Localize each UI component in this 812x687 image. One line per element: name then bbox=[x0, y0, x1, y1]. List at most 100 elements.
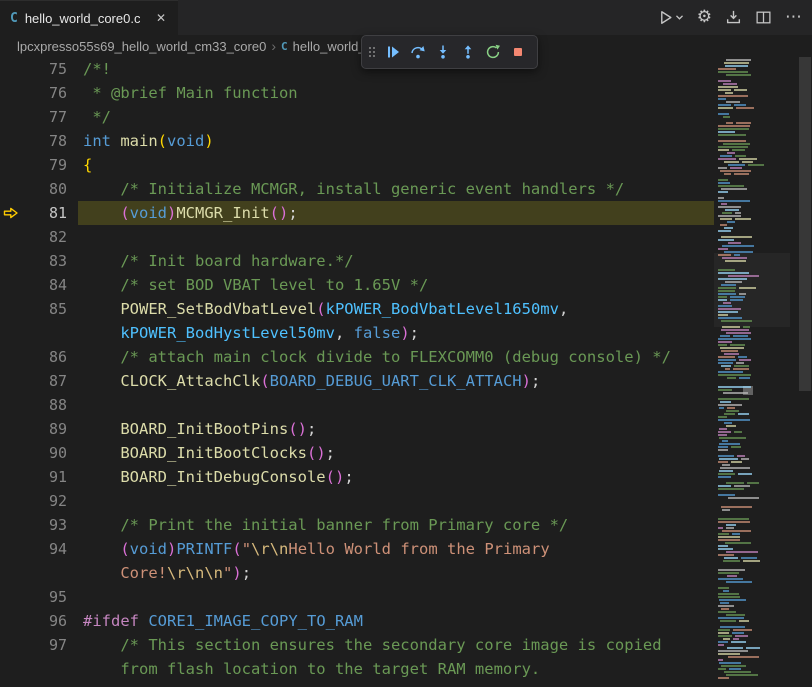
code-row[interactable]: 84 /* set BOD VBAT level to 1.65V */ bbox=[0, 273, 812, 297]
code-row[interactable]: 86 /* attach main clock divide to FLEXCO… bbox=[0, 345, 812, 369]
gutter[interactable]: 78 bbox=[0, 129, 78, 153]
gutter[interactable]: 84 bbox=[0, 273, 78, 297]
gutter[interactable]: 75 bbox=[0, 57, 78, 81]
split-editor-icon[interactable] bbox=[755, 9, 772, 26]
gutter[interactable]: 77 bbox=[0, 105, 78, 129]
code-row[interactable]: 92 bbox=[0, 489, 812, 513]
code-row[interactable]: kPOWER_BodHystLevel50mv, false); bbox=[0, 321, 812, 345]
debug-run-button[interactable] bbox=[657, 9, 684, 26]
code-line-text[interactable]: * @brief Main function bbox=[78, 81, 714, 105]
gutter[interactable]: 86 bbox=[0, 345, 78, 369]
editor-pane[interactable]: 75/*!76 * @brief Main function77 */78int… bbox=[0, 57, 812, 687]
gutter[interactable]: 94 bbox=[0, 537, 78, 561]
code-line-text[interactable]: /* Init board hardware.*/ bbox=[78, 249, 714, 273]
debug-step-out-button[interactable] bbox=[456, 40, 480, 64]
code-row[interactable]: 81 (void)MCMGR_Init(); bbox=[0, 201, 812, 225]
gutter[interactable] bbox=[0, 321, 78, 345]
code-line-text[interactable]: /* Initialize MCMGR, install generic eve… bbox=[78, 177, 714, 201]
gutter[interactable] bbox=[0, 561, 78, 585]
code-row[interactable]: 80 /* Initialize MCMGR, install generic … bbox=[0, 177, 812, 201]
code-row[interactable]: 77 */ bbox=[0, 105, 812, 129]
code-line-text[interactable]: int main(void) bbox=[78, 129, 714, 153]
code-row[interactable]: 93 /* Print the initial banner from Prim… bbox=[0, 513, 812, 537]
code-row[interactable]: 78int main(void) bbox=[0, 129, 812, 153]
code-row[interactable]: 87 CLOCK_AttachClk(BOARD_DEBUG_UART_CLK_… bbox=[0, 369, 812, 393]
gutter[interactable]: 85 bbox=[0, 297, 78, 321]
minimap-line bbox=[723, 638, 731, 640]
code-line-text[interactable]: { bbox=[78, 153, 714, 177]
code-line-text[interactable] bbox=[78, 393, 714, 417]
code-row[interactable]: 76 * @brief Main function bbox=[0, 81, 812, 105]
code-line-text[interactable]: Core!\r\n\n"); bbox=[78, 561, 714, 585]
code-row[interactable]: 96#ifdef CORE1_IMAGE_COPY_TO_RAM bbox=[0, 609, 812, 633]
minimap-line bbox=[718, 98, 726, 100]
code-line-text[interactable]: */ bbox=[78, 105, 714, 129]
gutter[interactable]: 91 bbox=[0, 465, 78, 489]
gutter[interactable]: 89 bbox=[0, 417, 78, 441]
code-line-text[interactable]: CLOCK_AttachClk(BOARD_DEBUG_UART_CLK_ATT… bbox=[78, 369, 714, 393]
code-line-text[interactable]: (void)PRINTF("\r\nHello World from the P… bbox=[78, 537, 714, 561]
code-line-text[interactable]: kPOWER_BodHystLevel50mv, false); bbox=[78, 321, 714, 345]
gutter[interactable]: 95 bbox=[0, 585, 78, 609]
code-line-text[interactable]: (void)MCMGR_Init(); bbox=[78, 201, 714, 225]
vertical-scrollbar[interactable] bbox=[798, 57, 812, 687]
code-row[interactable]: 88 bbox=[0, 393, 812, 417]
debug-restart-button[interactable] bbox=[481, 40, 505, 64]
debug-continue-button[interactable] bbox=[381, 40, 405, 64]
gutter[interactable]: 96 bbox=[0, 609, 78, 633]
code-row[interactable]: 82 bbox=[0, 225, 812, 249]
code-row[interactable]: 91 BOARD_InitDebugConsole(); bbox=[0, 465, 812, 489]
minimap-line bbox=[718, 314, 728, 316]
toolbar-drag-handle[interactable] bbox=[366, 40, 378, 64]
gutter[interactable]: 88 bbox=[0, 393, 78, 417]
settings-gear-icon[interactable]: ⚙ bbox=[697, 9, 712, 26]
gutter[interactable]: 93 bbox=[0, 513, 78, 537]
gutter[interactable]: 76 bbox=[0, 81, 78, 105]
code-line-text[interactable]: BOARD_InitBootClocks(); bbox=[78, 441, 714, 465]
scrollbar-thumb[interactable] bbox=[799, 57, 811, 391]
debug-step-into-button[interactable] bbox=[431, 40, 455, 64]
minimap[interactable] bbox=[714, 57, 790, 687]
gutter[interactable]: 97 bbox=[0, 633, 78, 657]
code-line-text[interactable] bbox=[78, 225, 714, 249]
debug-stop-button[interactable] bbox=[506, 40, 530, 64]
code-row[interactable]: 79{ bbox=[0, 153, 812, 177]
gutter[interactable]: 82 bbox=[0, 225, 78, 249]
code-line-text[interactable] bbox=[78, 489, 714, 513]
code-line-text[interactable]: BOARD_InitDebugConsole(); bbox=[78, 465, 714, 489]
code-line-text[interactable]: /* attach main clock divide to FLEXCOMM0… bbox=[78, 345, 714, 369]
breadcrumb-project[interactable]: lpcxpresso55s69_hello_world_cm33_core0 bbox=[17, 39, 266, 54]
code-line-text[interactable]: from flash location to the target RAM me… bbox=[78, 657, 714, 681]
code-row[interactable]: 90 BOARD_InitBootClocks(); bbox=[0, 441, 812, 465]
code-row[interactable]: 94 (void)PRINTF("\r\nHello World from th… bbox=[0, 537, 812, 561]
code-row[interactable]: Core!\r\n\n"); bbox=[0, 561, 812, 585]
debug-step-over-button[interactable] bbox=[406, 40, 430, 64]
code-line-text[interactable] bbox=[78, 585, 714, 609]
gutter[interactable]: 83 bbox=[0, 249, 78, 273]
code-line-text[interactable]: POWER_SetBodVbatLevel(kPOWER_BodVbatLeve… bbox=[78, 297, 714, 321]
code-line-text[interactable]: /* Print the initial banner from Primary… bbox=[78, 513, 714, 537]
line-number: 75 bbox=[23, 57, 78, 81]
code-line-text[interactable]: /* This section ensures the secondary co… bbox=[78, 633, 714, 657]
tab-close-icon[interactable]: ✕ bbox=[154, 10, 168, 26]
download-icon[interactable] bbox=[725, 9, 742, 26]
code-row[interactable]: 97 /* This section ensures the secondary… bbox=[0, 633, 812, 657]
line-number: 86 bbox=[23, 345, 78, 369]
code-line-text[interactable]: #ifdef CORE1_IMAGE_COPY_TO_RAM bbox=[78, 609, 714, 633]
code-line-text[interactable]: /* set BOD VBAT level to 1.65V */ bbox=[78, 273, 714, 297]
more-actions-icon[interactable]: ⋯ bbox=[785, 9, 802, 26]
tab-hello-world-core0[interactable]: C hello_world_core0.c ✕ bbox=[0, 0, 178, 35]
gutter[interactable]: 92 bbox=[0, 489, 78, 513]
code-line-text[interactable]: BOARD_InitBootPins(); bbox=[78, 417, 714, 441]
code-row[interactable]: 85 POWER_SetBodVbatLevel(kPOWER_BodVbatL… bbox=[0, 297, 812, 321]
gutter[interactable]: 87 bbox=[0, 369, 78, 393]
gutter[interactable]: 80 bbox=[0, 177, 78, 201]
code-row[interactable]: from flash location to the target RAM me… bbox=[0, 657, 812, 681]
gutter[interactable]: 81 bbox=[0, 201, 78, 225]
code-row[interactable]: 83 /* Init board hardware.*/ bbox=[0, 249, 812, 273]
gutter[interactable]: 90 bbox=[0, 441, 78, 465]
code-row[interactable]: 89 BOARD_InitBootPins(); bbox=[0, 417, 812, 441]
code-row[interactable]: 95 bbox=[0, 585, 812, 609]
gutter[interactable]: 79 bbox=[0, 153, 78, 177]
gutter[interactable] bbox=[0, 657, 78, 681]
